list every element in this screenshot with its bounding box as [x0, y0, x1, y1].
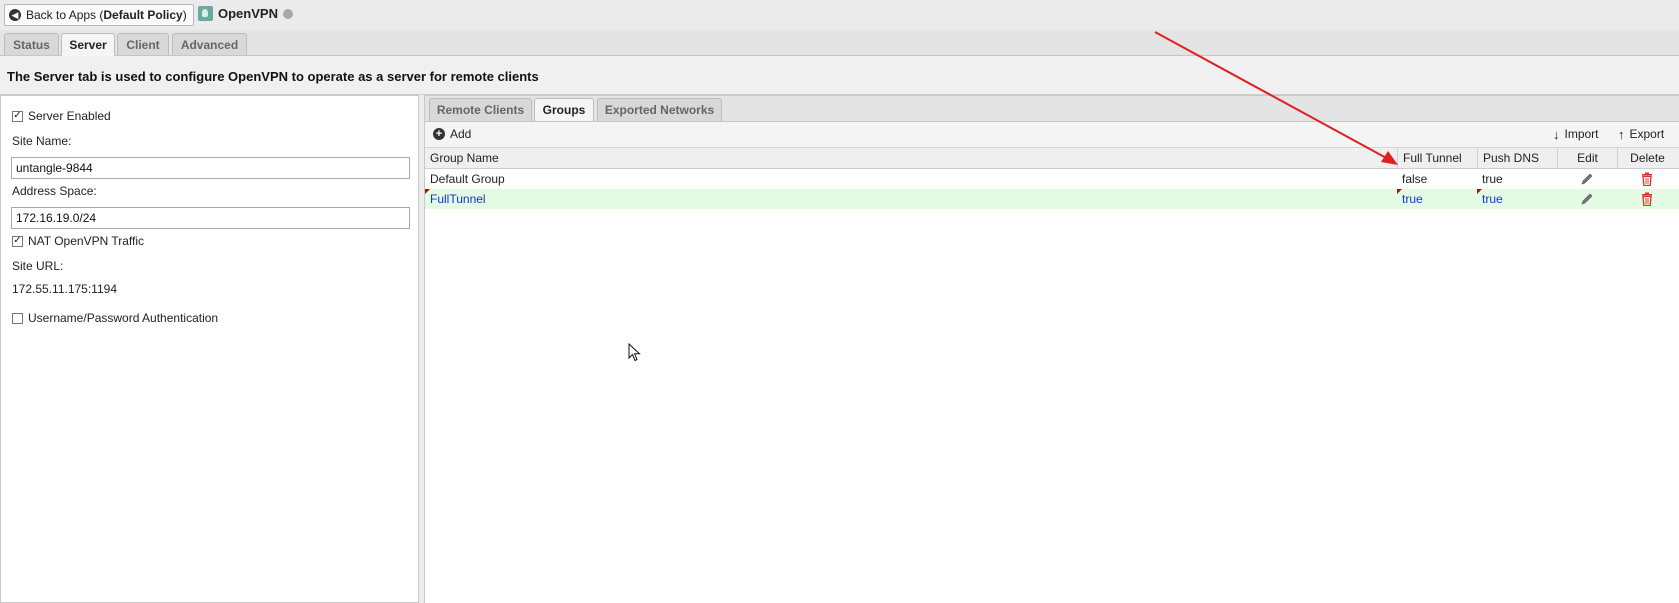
site-url-value: 172.55.11.175:1194 — [12, 282, 117, 296]
add-label: Add — [450, 127, 472, 141]
column-header-full-tunnel[interactable]: Full Tunnel — [1397, 148, 1477, 168]
full-tunnel-cell[interactable]: false — [1397, 169, 1477, 189]
back-to-apps-button[interactable]: ◀ Back to Apps (Default Policy) — [4, 4, 194, 26]
push-dns-text: true — [1482, 192, 1503, 206]
import-label: Import — [1564, 127, 1599, 141]
nat-row: ✓ NAT OpenVPN Traffic — [12, 234, 144, 248]
tab-client[interactable]: Client — [117, 33, 169, 55]
full-tunnel-cell[interactable]: true — [1397, 189, 1477, 209]
arrow-down-icon: ↓ — [1553, 126, 1560, 142]
tab-advanced[interactable]: Advanced — [172, 33, 247, 55]
arrow-up-icon: ↑ — [1618, 126, 1625, 142]
main-tabbar: Status Server Client Advanced — [0, 30, 1679, 56]
app-title: OpenVPN — [198, 6, 293, 21]
auth-checkbox[interactable] — [12, 312, 23, 324]
pencil-icon[interactable] — [1580, 192, 1594, 206]
server-enabled-label: Server Enabled — [28, 109, 111, 123]
app-header: ◀ Back to Apps (Default Policy) OpenVPN — [0, 0, 1679, 31]
app-name: OpenVPN — [218, 6, 278, 21]
group-name-text: FullTunnel — [430, 192, 486, 206]
group-name-cell: FullTunnel — [425, 189, 1397, 209]
groups-panel: Remote Clients Groups Exported Networks … — [425, 95, 1679, 603]
modified-marker — [1397, 189, 1402, 194]
address-space-input[interactable] — [11, 207, 410, 229]
trash-icon[interactable] — [1641, 172, 1653, 186]
arrow-left-circle-icon: ◀ — [9, 9, 21, 21]
auth-label: Username/Password Authentication — [28, 311, 219, 325]
export-label: Export — [1629, 127, 1665, 141]
site-name-label: Site Name: — [12, 134, 72, 148]
openvpn-logo-icon — [198, 6, 213, 21]
app-status-icon — [282, 8, 293, 19]
column-header-delete[interactable]: Delete — [1617, 148, 1677, 168]
tab-description: The Server tab is used to configure Open… — [7, 69, 539, 84]
tab-groups[interactable]: Groups — [534, 98, 594, 121]
export-button[interactable]: ↑ Export — [1618, 127, 1664, 141]
table-row[interactable]: FullTunnel true true — [425, 189, 1679, 209]
column-header-push-dns[interactable]: Push DNS — [1477, 148, 1557, 168]
site-url-label: Site URL: — [12, 259, 64, 273]
site-name-input[interactable] — [11, 157, 410, 179]
mouse-cursor-icon — [628, 343, 641, 362]
auth-row: Username/Password Authentication — [12, 311, 218, 325]
add-button[interactable]: + Add — [433, 127, 471, 141]
back-button-label: Back to Apps (Default Policy) — [26, 8, 187, 22]
grid-toolbar: + Add ↓ Import ↑ Export — [425, 122, 1679, 148]
tab-remote-clients[interactable]: Remote Clients — [429, 98, 532, 121]
column-header-group-name[interactable]: Group Name — [425, 148, 1397, 168]
trash-icon[interactable] — [1641, 192, 1653, 206]
tab-status[interactable]: Status — [4, 33, 59, 55]
nat-traffic-label: NAT OpenVPN Traffic — [28, 234, 145, 248]
push-dns-cell[interactable]: true — [1477, 169, 1557, 189]
tab-server[interactable]: Server — [61, 33, 115, 56]
address-space-label: Address Space: — [12, 184, 97, 198]
server-enabled-row: ✓ Server Enabled — [12, 109, 111, 123]
server-enabled-checkbox[interactable]: ✓ — [12, 110, 23, 122]
grid-header: Group Name Full Tunnel Push DNS Edit Del… — [425, 148, 1679, 169]
table-row[interactable]: Default Group false true — [425, 169, 1679, 189]
modified-marker — [1477, 189, 1482, 194]
column-header-edit[interactable]: Edit — [1557, 148, 1617, 168]
group-name-cell: Default Group — [430, 172, 505, 186]
plus-circle-icon: + — [433, 128, 445, 140]
push-dns-cell[interactable]: true — [1477, 189, 1557, 209]
server-settings-panel: ✓ Server Enabled Site Name: Address Spac… — [0, 95, 419, 603]
pencil-icon[interactable] — [1580, 172, 1594, 186]
groups-grid: Group Name Full Tunnel Push DNS Edit Del… — [425, 148, 1679, 209]
full-tunnel-text: true — [1402, 192, 1423, 206]
nat-traffic-checkbox[interactable]: ✓ — [12, 235, 23, 247]
import-button[interactable]: ↓ Import — [1553, 127, 1599, 141]
sub-tabbar: Remote Clients Groups Exported Networks — [425, 96, 1679, 122]
tab-exported-networks[interactable]: Exported Networks — [597, 98, 722, 121]
description-bar: The Server tab is used to configure Open… — [0, 56, 1679, 95]
modified-marker — [425, 189, 430, 194]
